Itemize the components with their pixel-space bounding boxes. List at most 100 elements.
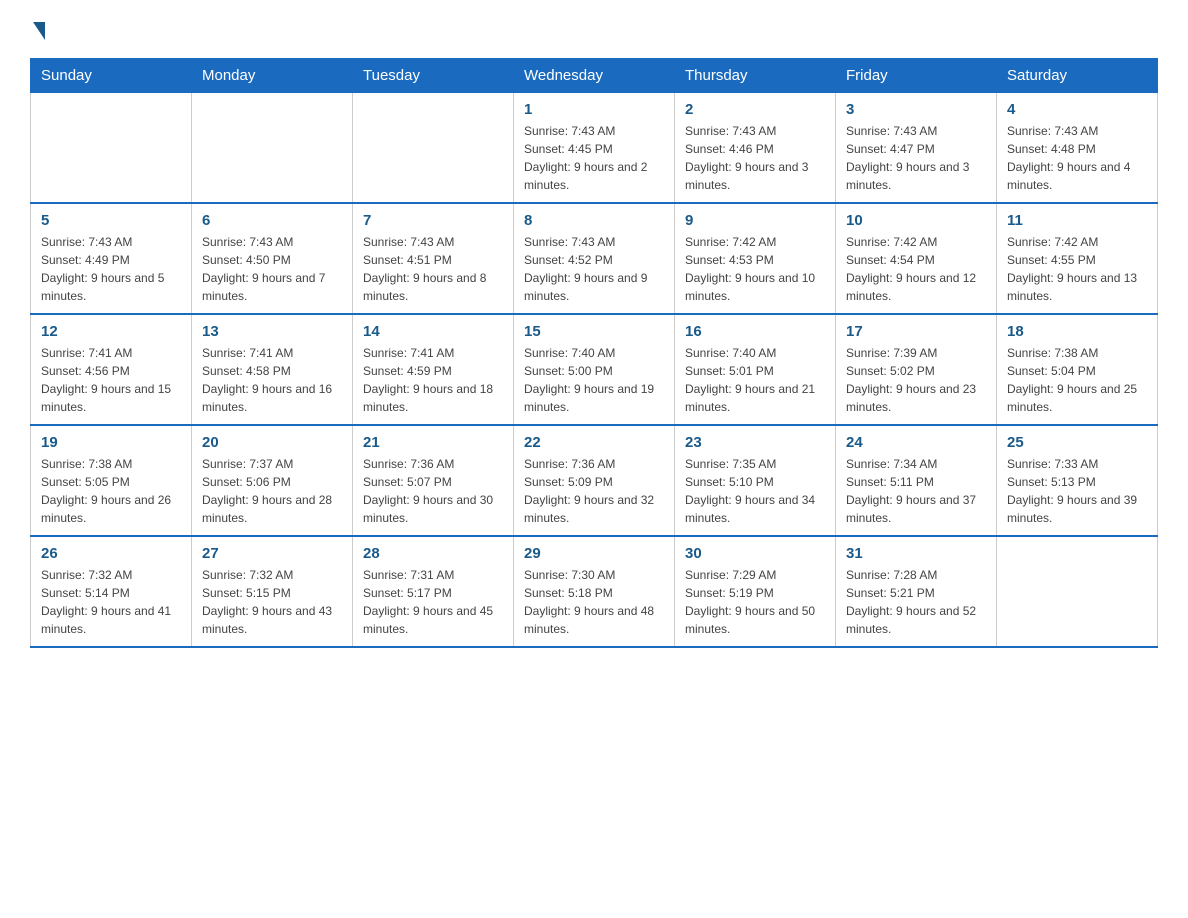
calendar-cell: 9 Sunrise: 7:42 AM Sunset: 4:53 PM Daylig… <box>675 203 836 314</box>
day-info: Sunrise: 7:43 AM Sunset: 4:47 PM Dayligh… <box>846 122 986 194</box>
day-info: Sunrise: 7:42 AM Sunset: 4:54 PM Dayligh… <box>846 233 986 305</box>
day-number: 14 <box>363 323 503 340</box>
day-number: 19 <box>41 434 181 451</box>
day-info: Sunrise: 7:43 AM Sunset: 4:46 PM Dayligh… <box>685 122 825 194</box>
calendar-cell <box>31 93 192 204</box>
day-number: 27 <box>202 545 342 562</box>
day-info: Sunrise: 7:43 AM Sunset: 4:51 PM Dayligh… <box>363 233 503 305</box>
calendar-cell: 6 Sunrise: 7:43 AM Sunset: 4:50 PM Daylig… <box>192 203 353 314</box>
calendar-cell: 10 Sunrise: 7:42 AM Sunset: 4:54 PM Dayli… <box>836 203 997 314</box>
header-sunday: Sunday <box>31 59 192 93</box>
calendar-cell: 13 Sunrise: 7:41 AM Sunset: 4:58 PM Dayli… <box>192 314 353 425</box>
calendar-cell: 29 Sunrise: 7:30 AM Sunset: 5:18 PM Dayli… <box>514 536 675 647</box>
day-info: Sunrise: 7:38 AM Sunset: 5:04 PM Dayligh… <box>1007 344 1147 416</box>
day-number: 5 <box>41 212 181 229</box>
header-tuesday: Tuesday <box>353 59 514 93</box>
day-number: 31 <box>846 545 986 562</box>
calendar-cell: 16Sunrise: 7:40 AM Sunset: 5:01 PM Dayli… <box>675 314 836 425</box>
calendar-cell: 11 Sunrise: 7:42 AM Sunset: 4:55 PM Dayli… <box>997 203 1158 314</box>
logo <box>30 20 45 38</box>
day-number: 7 <box>363 212 503 229</box>
day-info: Sunrise: 7:34 AM Sunset: 5:11 PM Dayligh… <box>846 455 986 527</box>
header-wednesday: Wednesday <box>514 59 675 93</box>
day-info: Sunrise: 7:43 AM Sunset: 4:50 PM Dayligh… <box>202 233 342 305</box>
calendar-cell: 20Sunrise: 7:37 AM Sunset: 5:06 PM Dayli… <box>192 425 353 536</box>
day-info: Sunrise: 7:43 AM Sunset: 4:49 PM Dayligh… <box>41 233 181 305</box>
day-info: Sunrise: 7:32 AM Sunset: 5:14 PM Dayligh… <box>41 566 181 638</box>
day-number: 13 <box>202 323 342 340</box>
day-number: 26 <box>41 545 181 562</box>
day-info: Sunrise: 7:41 AM Sunset: 4:58 PM Dayligh… <box>202 344 342 416</box>
day-number: 17 <box>846 323 986 340</box>
calendar-cell: 17 Sunrise: 7:39 AM Sunset: 5:02 PM Dayli… <box>836 314 997 425</box>
calendar-header: Sunday Monday Tuesday Wednesday Thursday… <box>31 59 1158 93</box>
calendar-cell: 19 Sunrise: 7:38 AM Sunset: 5:05 PM Dayli… <box>31 425 192 536</box>
week-row-3: 19 Sunrise: 7:38 AM Sunset: 5:05 PM Dayli… <box>31 425 1158 536</box>
day-number: 16 <box>685 323 825 340</box>
calendar-cell: 30 Sunrise: 7:29 AM Sunset: 5:19 PM Dayli… <box>675 536 836 647</box>
header-thursday: Thursday <box>675 59 836 93</box>
calendar-cell: 21Sunrise: 7:36 AM Sunset: 5:07 PM Dayli… <box>353 425 514 536</box>
day-info: Sunrise: 7:38 AM Sunset: 5:05 PM Dayligh… <box>41 455 181 527</box>
day-info: Sunrise: 7:39 AM Sunset: 5:02 PM Dayligh… <box>846 344 986 416</box>
day-info: Sunrise: 7:36 AM Sunset: 5:09 PM Dayligh… <box>524 455 664 527</box>
day-info: Sunrise: 7:42 AM Sunset: 4:55 PM Dayligh… <box>1007 233 1147 305</box>
calendar-cell: 2 Sunrise: 7:43 AM Sunset: 4:46 PM Daylig… <box>675 93 836 204</box>
day-number: 8 <box>524 212 664 229</box>
calendar-cell: 24Sunrise: 7:34 AM Sunset: 5:11 PM Dayli… <box>836 425 997 536</box>
day-number: 18 <box>1007 323 1147 340</box>
day-number: 2 <box>685 101 825 118</box>
calendar-cell: 5 Sunrise: 7:43 AM Sunset: 4:49 PM Daylig… <box>31 203 192 314</box>
day-number: 9 <box>685 212 825 229</box>
day-info: Sunrise: 7:31 AM Sunset: 5:17 PM Dayligh… <box>363 566 503 638</box>
day-info: Sunrise: 7:42 AM Sunset: 4:53 PM Dayligh… <box>685 233 825 305</box>
day-number: 10 <box>846 212 986 229</box>
day-number: 11 <box>1007 212 1147 229</box>
day-number: 6 <box>202 212 342 229</box>
day-info: Sunrise: 7:32 AM Sunset: 5:15 PM Dayligh… <box>202 566 342 638</box>
day-number: 12 <box>41 323 181 340</box>
calendar-cell: 3 Sunrise: 7:43 AM Sunset: 4:47 PM Daylig… <box>836 93 997 204</box>
day-info: Sunrise: 7:30 AM Sunset: 5:18 PM Dayligh… <box>524 566 664 638</box>
header-saturday: Saturday <box>997 59 1158 93</box>
day-info: Sunrise: 7:33 AM Sunset: 5:13 PM Dayligh… <box>1007 455 1147 527</box>
calendar-cell: 12 Sunrise: 7:41 AM Sunset: 4:56 PM Dayli… <box>31 314 192 425</box>
calendar-table: Sunday Monday Tuesday Wednesday Thursday… <box>30 58 1158 648</box>
calendar-cell: 25 Sunrise: 7:33 AM Sunset: 5:13 PM Dayli… <box>997 425 1158 536</box>
day-number: 3 <box>846 101 986 118</box>
day-info: Sunrise: 7:29 AM Sunset: 5:19 PM Dayligh… <box>685 566 825 638</box>
day-info: Sunrise: 7:41 AM Sunset: 4:59 PM Dayligh… <box>363 344 503 416</box>
day-number: 15 <box>524 323 664 340</box>
day-number: 29 <box>524 545 664 562</box>
calendar-cell: 15 Sunrise: 7:40 AM Sunset: 5:00 PM Dayli… <box>514 314 675 425</box>
calendar-cell: 27 Sunrise: 7:32 AM Sunset: 5:15 PM Dayli… <box>192 536 353 647</box>
header-friday: Friday <box>836 59 997 93</box>
header-row: Sunday Monday Tuesday Wednesday Thursday… <box>31 59 1158 93</box>
calendar-cell: 22Sunrise: 7:36 AM Sunset: 5:09 PM Dayli… <box>514 425 675 536</box>
week-row-4: 26 Sunrise: 7:32 AM Sunset: 5:14 PM Dayli… <box>31 536 1158 647</box>
day-info: Sunrise: 7:43 AM Sunset: 4:48 PM Dayligh… <box>1007 122 1147 194</box>
week-row-0: 1Sunrise: 7:43 AM Sunset: 4:45 PM Daylig… <box>31 93 1158 204</box>
day-info: Sunrise: 7:28 AM Sunset: 5:21 PM Dayligh… <box>846 566 986 638</box>
week-row-1: 5 Sunrise: 7:43 AM Sunset: 4:49 PM Daylig… <box>31 203 1158 314</box>
calendar-cell: 18 Sunrise: 7:38 AM Sunset: 5:04 PM Dayli… <box>997 314 1158 425</box>
calendar-cell: 1Sunrise: 7:43 AM Sunset: 4:45 PM Daylig… <box>514 93 675 204</box>
day-number: 23 <box>685 434 825 451</box>
day-info: Sunrise: 7:41 AM Sunset: 4:56 PM Dayligh… <box>41 344 181 416</box>
day-number: 20 <box>202 434 342 451</box>
calendar-cell: 31 Sunrise: 7:28 AM Sunset: 5:21 PM Dayli… <box>836 536 997 647</box>
calendar-cell: 8Sunrise: 7:43 AM Sunset: 4:52 PM Daylig… <box>514 203 675 314</box>
day-number: 4 <box>1007 101 1147 118</box>
calendar-cell: 4 Sunrise: 7:43 AM Sunset: 4:48 PM Daylig… <box>997 93 1158 204</box>
day-number: 25 <box>1007 434 1147 451</box>
calendar-cell: 28Sunrise: 7:31 AM Sunset: 5:17 PM Dayli… <box>353 536 514 647</box>
page-header <box>30 20 1158 38</box>
calendar-cell <box>353 93 514 204</box>
calendar-body: 1Sunrise: 7:43 AM Sunset: 4:45 PM Daylig… <box>31 93 1158 648</box>
calendar-cell: 7 Sunrise: 7:43 AM Sunset: 4:51 PM Daylig… <box>353 203 514 314</box>
calendar-cell: 26 Sunrise: 7:32 AM Sunset: 5:14 PM Dayli… <box>31 536 192 647</box>
calendar-cell: 14 Sunrise: 7:41 AM Sunset: 4:59 PM Dayli… <box>353 314 514 425</box>
day-info: Sunrise: 7:40 AM Sunset: 5:00 PM Dayligh… <box>524 344 664 416</box>
day-info: Sunrise: 7:43 AM Sunset: 4:45 PM Dayligh… <box>524 122 664 194</box>
day-number: 30 <box>685 545 825 562</box>
